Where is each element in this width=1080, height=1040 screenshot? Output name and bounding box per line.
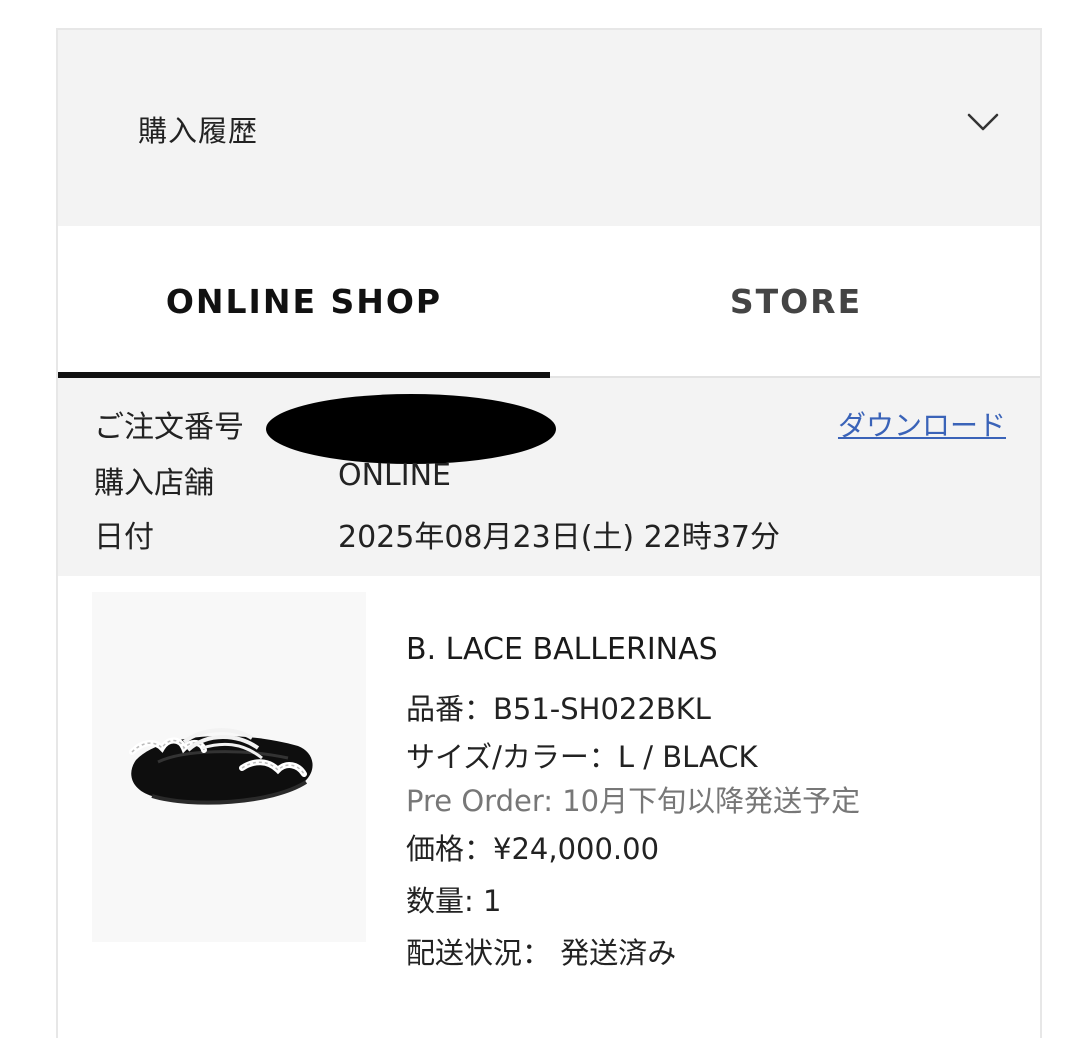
store-value: ONLINE	[338, 458, 452, 493]
accordion-title: 購入履歴	[138, 114, 259, 148]
download-link[interactable]: ダウンロード	[838, 404, 1006, 444]
product-size-color: サイズ/カラー：L / BLACK	[406, 740, 758, 774]
ballerina-shoe-image	[129, 728, 313, 805]
product-name[interactable]: B. LACE BALLERINAS	[406, 632, 718, 667]
shipping-status: 配送状況： 発送済み	[406, 936, 677, 970]
purchase-history-panel: 購入履歴 ONLINE SHOP STORE ご注文番号 ダウンロード 購入店舗…	[56, 28, 1042, 1040]
chevron-down-icon[interactable]	[966, 112, 1000, 132]
store-label: 購入店舗	[94, 466, 214, 501]
tab-online-shop[interactable]: ONLINE SHOP	[58, 226, 550, 376]
order-info-section: ご注文番号 ダウンロード 購入店舗 ONLINE 日付 2025年08月23日(…	[58, 378, 1040, 576]
product-price: 価格：¥24,000.00	[406, 832, 660, 866]
product-item: B. LACE BALLERINAS 品番：B51-SH022BKL サイズ/カ…	[58, 576, 1040, 1040]
product-item-number: 品番：B51-SH022BKL	[406, 692, 711, 726]
pre-order-note: Pre Order: 10月下旬以降発送予定	[406, 784, 861, 818]
purchase-history-accordion[interactable]: 購入履歴	[58, 30, 1040, 226]
product-image[interactable]	[92, 592, 366, 942]
date-label: 日付	[94, 520, 154, 555]
product-quantity: 数量: 1	[406, 884, 502, 918]
order-number-label: ご注文番号	[94, 410, 244, 445]
tab-bar: ONLINE SHOP STORE	[58, 226, 1040, 378]
order-number-redaction	[266, 394, 556, 464]
tab-store[interactable]: STORE	[550, 226, 1042, 376]
date-value: 2025年08月23日(土) 22時37分	[338, 520, 780, 555]
